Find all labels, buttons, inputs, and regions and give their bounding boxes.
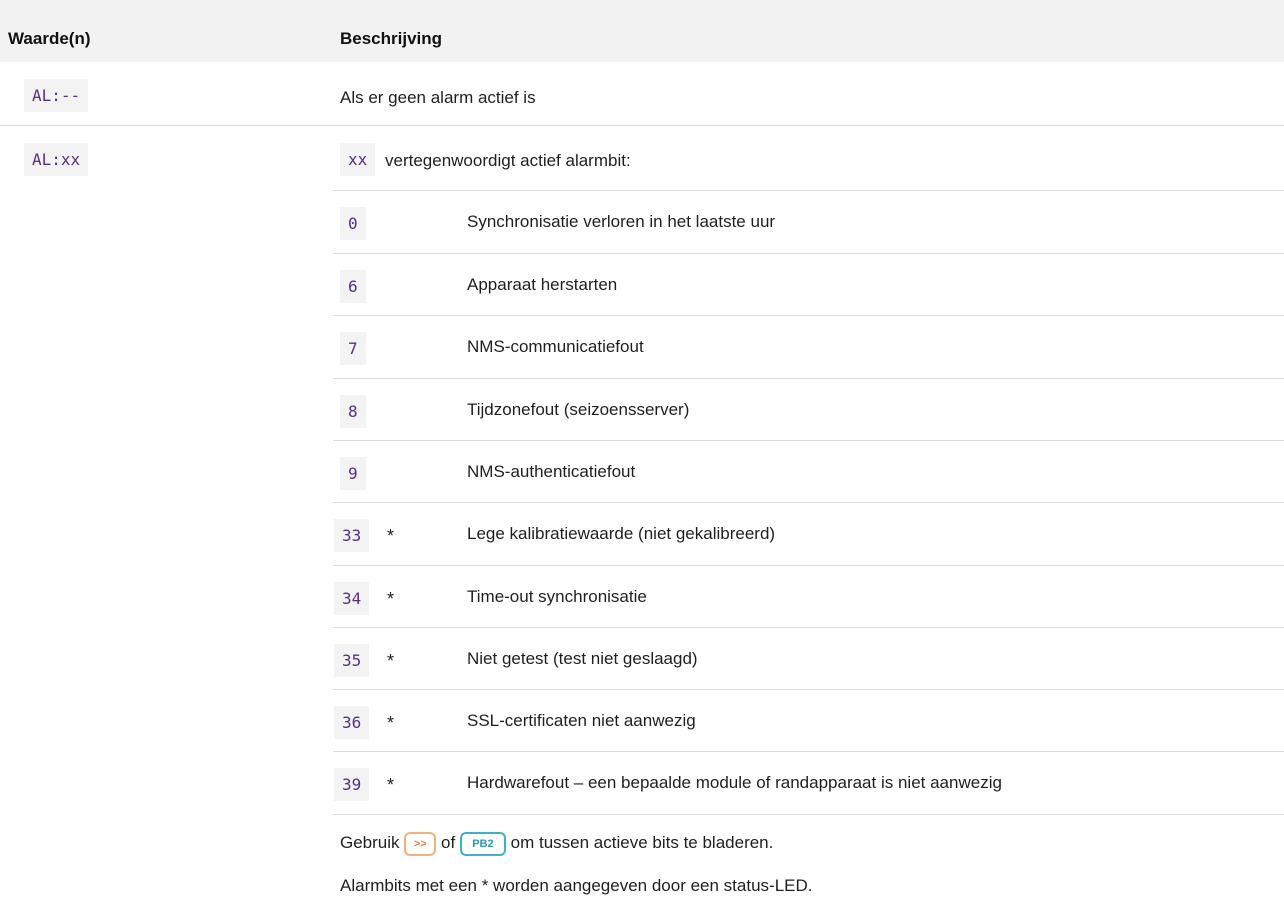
status-led-marker: * [387, 589, 395, 609]
alarm-bit-description: Lege kalibratiewaarde (niet gekalibreerd… [467, 524, 776, 543]
alarm-bit-description: Time-out synchronisatie [467, 587, 647, 606]
sub-divider [333, 253, 1284, 254]
sub-divider [333, 627, 1284, 628]
status-led-marker: * [387, 651, 395, 671]
sub-divider [333, 378, 1284, 379]
alarm-bit-description: Hardwarefout – een bepaalde module of ra… [467, 773, 1002, 792]
alarm-bit-description: Synchronisatie verloren in het laatste u… [467, 212, 776, 231]
sub-divider [333, 814, 1284, 815]
alarm-values-table: Waarde(n) Beschrijving AL:-- Als er geen… [0, 0, 1284, 910]
alarm-bit-code: 33 [334, 519, 370, 552]
sub-divider [333, 689, 1284, 690]
value-code-al-none: AL:-- [24, 79, 89, 112]
status-led-marker: * [387, 526, 395, 546]
sub-divider [333, 315, 1284, 316]
alarm-bit-description: NMS-communicatiefout [467, 337, 644, 356]
table-header: Waarde(n) Beschrijving [0, 0, 1284, 62]
alarm-bit-description: SSL-certificaten niet aanwezig [467, 711, 696, 730]
alarm-bit-description: Tijdzonefout (seizoensserver) [467, 400, 690, 419]
browse-or: of [441, 833, 456, 852]
alarm-bit-code: 39 [334, 768, 370, 801]
column-header-values: Waarde(n) [8, 29, 91, 48]
alarm-bit-description: Apparaat herstarten [467, 275, 618, 294]
alarm-bit-code: 9 [340, 457, 366, 490]
sub-divider [333, 502, 1284, 503]
pb2-button[interactable]: PB2 [459, 831, 506, 856]
inline-code-xx: xx [340, 143, 376, 176]
alarm-bit-code: 35 [334, 644, 370, 677]
status-led-marker: * [387, 775, 395, 795]
alarm-bit-description: NMS-authenticatiefout [467, 462, 636, 481]
value-code-al-xx: AL:xx [24, 143, 89, 176]
browse-suffix: om tussen actieve bits te bladeren. [510, 833, 774, 852]
browse-prefix: Gebruik [340, 833, 400, 852]
alarm-bit-code: 7 [340, 332, 366, 365]
status-led-marker: * [387, 713, 395, 733]
alarm-bit-code: 6 [340, 270, 366, 303]
sub-divider [333, 440, 1284, 441]
column-header-description: Beschrijving [340, 29, 443, 48]
sub-divider [333, 565, 1284, 566]
sub-divider [333, 190, 1284, 191]
sub-divider [333, 751, 1284, 752]
alarm-bit-code: 8 [340, 395, 366, 428]
browse-instruction: Gebruik >> of PB2 om tussen actieve bits… [340, 831, 773, 856]
alarm-bit-code: 36 [334, 706, 370, 739]
row-description-no-alarm: Als er geen alarm actief is [340, 88, 536, 107]
row-divider [0, 125, 1284, 126]
row-description-active-bit: vertegenwoordigt actief alarmbit: [385, 151, 631, 170]
next-bit-button[interactable]: >> [404, 831, 437, 856]
alarm-bit-code: 0 [340, 207, 366, 240]
alarm-bit-description: Niet getest (test niet geslaagd) [467, 649, 698, 668]
alarm-bit-code: 34 [334, 582, 370, 615]
status-led-note: Alarmbits met een * worden aangegeven do… [340, 876, 813, 895]
